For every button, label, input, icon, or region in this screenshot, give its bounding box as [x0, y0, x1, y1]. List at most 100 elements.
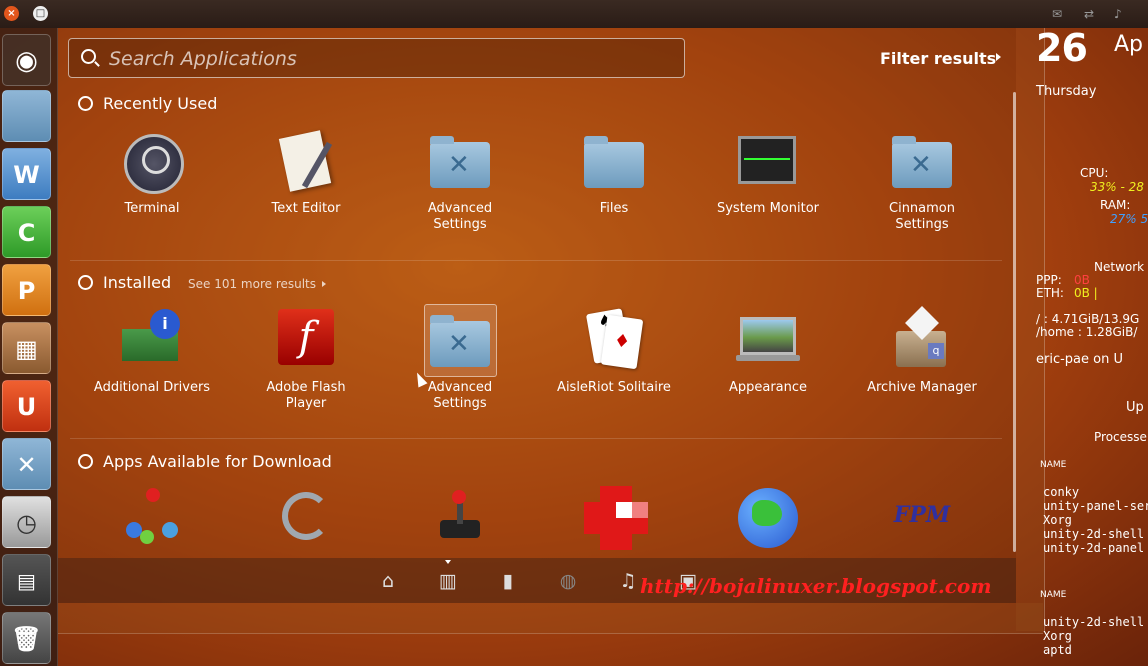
- conky-process: unity-panel-ser: [1043, 499, 1148, 513]
- adobe-flash-icon: f: [274, 309, 338, 373]
- app-advanced-settings[interactable]: ✕ Advanced Settings: [400, 130, 520, 233]
- maximize-window-icon[interactable]: □: [33, 6, 48, 21]
- mail-indicator-icon[interactable]: ✉: [1052, 7, 1062, 21]
- conky-process: conky: [1043, 485, 1080, 499]
- app-label: Additional Drivers: [93, 380, 211, 395]
- app-terminal[interactable]: Terminal: [92, 130, 212, 217]
- files-launcher-icon[interactable]: [2, 90, 51, 142]
- launcher: ◉ W C P ▦ U ✕ ◷ ▤ 🗑: [0, 28, 58, 666]
- conky-process: Xorg: [1043, 513, 1072, 527]
- app-advanced-settings-installed[interactable]: ✕ Advanced Settings: [400, 309, 520, 412]
- conky-eth-value: 0B |: [1074, 286, 1098, 300]
- conky-eth-label: ETH:: [1036, 286, 1064, 300]
- conky-user: eric-pae on U: [1036, 352, 1123, 367]
- workspace-switcher-launcher-icon[interactable]: ▤: [2, 554, 51, 606]
- search-box[interactable]: [68, 38, 685, 78]
- download-app-red-blocks[interactable]: [554, 486, 674, 550]
- conky-process: Xorg: [1043, 629, 1072, 643]
- advanced-settings-folder-icon: ✕: [428, 130, 492, 194]
- additional-drivers-icon: i: [120, 309, 184, 373]
- conky-ram-label: RAM:: [1100, 198, 1131, 212]
- conky-process-list: conky unity-panel-ser Xorg unity-2d-shel…: [1043, 485, 1148, 555]
- download-app-globe[interactable]: [708, 486, 828, 550]
- libreoffice-writer-launcher-icon[interactable]: W: [2, 148, 51, 200]
- dash-scrollbar[interactable]: [1013, 92, 1016, 552]
- app-label: Terminal: [124, 201, 180, 216]
- filter-arrow-icon[interactable]: [996, 53, 1001, 61]
- app-label: System Monitor: [716, 201, 820, 216]
- libreoffice-calc-launcher-icon[interactable]: C: [2, 206, 51, 258]
- installed-header[interactable]: Installed: [78, 273, 171, 292]
- conky-uptime-label: Up: [1126, 400, 1144, 415]
- conky-disk-root: / : 4.71GiB/13.9G: [1036, 312, 1140, 326]
- see-more-results-link[interactable]: See 101 more results: [188, 277, 316, 291]
- conky-cpu-label: CPU:: [1080, 166, 1109, 180]
- conky-network-label: Network: [1094, 260, 1145, 274]
- trash-launcher-icon[interactable]: 🗑: [2, 612, 51, 664]
- top-panel: × □ ✉ ⇄ ♪: [0, 0, 1148, 28]
- app-label: Archive Manager: [867, 380, 977, 395]
- see-more-arrow-icon[interactable]: [322, 281, 326, 287]
- close-window-icon[interactable]: ×: [4, 6, 19, 21]
- playing-cards-icon: ♠ ♦: [582, 308, 646, 373]
- files-folder-icon: [582, 130, 646, 194]
- ubuntu-one-launcher-icon[interactable]: U: [2, 380, 51, 432]
- conky-name-label: NAME: [1040, 460, 1067, 470]
- music-lens-icon[interactable]: ♫: [617, 570, 639, 592]
- app-cinnamon-settings[interactable]: ✕ Cinnamon Settings: [862, 130, 982, 233]
- installed-title: Installed: [103, 273, 172, 292]
- libreoffice-impress-launcher-icon[interactable]: P: [2, 264, 51, 316]
- filter-results-button[interactable]: Filter results: [880, 49, 996, 68]
- app-system-monitor[interactable]: System Monitor: [708, 130, 828, 217]
- social-lens-icon[interactable]: ◍: [557, 570, 579, 592]
- download-app-fpm[interactable]: FPM: [862, 486, 982, 550]
- app-adobe-flash-player[interactable]: f Adobe Flash Player: [246, 309, 366, 412]
- app-appearance[interactable]: Appearance: [708, 309, 828, 396]
- download-header[interactable]: Apps Available for Download: [78, 452, 332, 471]
- download-app-joystick[interactable]: [400, 486, 520, 550]
- ubuntu-logo-icon: ◉: [15, 46, 38, 76]
- app-archive-manager[interactable]: q Archive Manager: [862, 306, 982, 396]
- app-aisleriot-solitaire[interactable]: ♠ ♦ AisleRiot Solitaire: [554, 308, 674, 396]
- recently-used-header[interactable]: Recently Used: [78, 94, 217, 113]
- conky-cpu-value: 33% - 28: [1090, 180, 1144, 194]
- globe-icon: [736, 486, 800, 550]
- home-lens-icon[interactable]: ⌂: [377, 570, 399, 592]
- search-icon: [81, 49, 96, 64]
- conky-ppp-label: PPP:: [1036, 273, 1062, 287]
- files-lens-icon[interactable]: ▮: [497, 570, 519, 592]
- app-label: Advanced Settings: [427, 201, 493, 232]
- app-label: Cinnamon Settings: [889, 201, 955, 232]
- red-blocks-icon: [582, 486, 648, 550]
- conky-disk-home: /home : 1.28GiB/: [1036, 325, 1138, 339]
- software-center-launcher-icon[interactable]: ▦: [2, 322, 51, 374]
- search-input[interactable]: [107, 47, 671, 71]
- clock-launcher-icon[interactable]: ◷: [2, 496, 51, 548]
- conky-month: Ap: [1114, 32, 1144, 57]
- advanced-settings-launcher-icon[interactable]: ✕: [2, 438, 51, 490]
- conky-process: unity-2d-panel: [1043, 541, 1145, 555]
- app-label: Files: [599, 201, 629, 216]
- download-app-molecule[interactable]: [92, 486, 212, 550]
- clock-icon: [78, 96, 93, 111]
- app-text-editor[interactable]: Text Editor: [246, 130, 366, 217]
- applications-lens-icon[interactable]: ▥: [437, 570, 459, 592]
- check-icon: [78, 275, 93, 290]
- app-files[interactable]: Files: [554, 130, 674, 217]
- download-app-network-cable[interactable]: [246, 486, 366, 550]
- app-label: Appearance: [728, 380, 808, 395]
- conky-day: Thursday: [1036, 84, 1097, 99]
- conky-process: aptd: [1043, 643, 1072, 657]
- conky-ram-value: 27% 5: [1110, 212, 1148, 226]
- fpm-logo-text: FPM: [893, 502, 951, 528]
- recently-used-title: Recently Used: [103, 94, 218, 113]
- dash-border-bottom: [58, 603, 1043, 634]
- app-label: AisleRiot Solitaire: [557, 380, 671, 395]
- dash-home-button[interactable]: ◉: [2, 34, 51, 86]
- network-indicator-icon[interactable]: ⇄: [1084, 7, 1094, 21]
- archive-manager-icon: q: [890, 306, 954, 373]
- sound-indicator-icon[interactable]: ♪: [1114, 7, 1122, 21]
- conky-date: 26: [1036, 26, 1088, 70]
- conky-processes-label: Processe: [1094, 430, 1147, 444]
- app-additional-drivers[interactable]: i Additional Drivers: [92, 309, 212, 396]
